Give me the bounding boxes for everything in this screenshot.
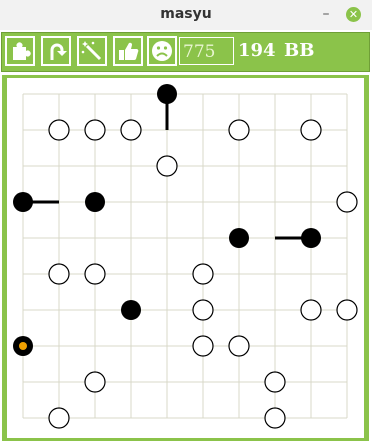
give-up-button[interactable]	[147, 36, 177, 66]
white-pearl	[264, 371, 286, 393]
puzzle-icon	[13, 42, 31, 60]
window-title: masyu	[160, 6, 212, 22]
hint-button[interactable]	[77, 36, 107, 66]
white-pearl	[84, 119, 106, 141]
white-pearl	[336, 299, 358, 321]
white-pearl	[84, 371, 106, 393]
white-pearl	[300, 299, 322, 321]
white-pearl	[192, 335, 214, 357]
toolbar: 194 BB	[1, 32, 370, 72]
new-puzzle-button[interactable]	[5, 36, 35, 66]
white-pearl	[264, 407, 286, 429]
title-bar: masyu – ✕	[0, 0, 372, 30]
puzzle-board[interactable]	[7, 78, 364, 438]
thumbs-up-icon	[119, 42, 139, 61]
black-pearl	[13, 192, 33, 212]
score: 194	[238, 40, 276, 61]
undo-button[interactable]	[41, 36, 71, 66]
white-pearl	[48, 407, 70, 429]
black-pearl	[85, 192, 105, 212]
undo-icon	[50, 43, 67, 60]
sad-face-icon	[152, 41, 172, 61]
close-button[interactable]: ✕	[346, 7, 361, 22]
white-pearl	[48, 263, 70, 285]
magic-wand-icon	[81, 41, 102, 61]
level-label: BB	[284, 40, 315, 61]
board-area	[7, 78, 364, 438]
black-pearl	[229, 228, 249, 248]
white-pearl	[192, 299, 214, 321]
black-pearl	[301, 228, 321, 248]
black-pearl	[157, 84, 177, 104]
board-frame	[2, 75, 369, 441]
puzzle-number-input[interactable]	[179, 37, 234, 65]
white-pearl	[120, 119, 142, 141]
white-pearl	[84, 263, 106, 285]
white-pearl	[336, 191, 358, 213]
white-pearl	[228, 119, 250, 141]
check-button[interactable]	[113, 36, 143, 66]
white-pearl	[156, 155, 178, 177]
cursor-dot	[19, 342, 27, 350]
white-pearl	[300, 119, 322, 141]
black-pearl	[121, 300, 141, 320]
minimize-button[interactable]: –	[318, 4, 334, 24]
white-pearl	[192, 263, 214, 285]
white-pearl	[48, 119, 70, 141]
white-pearl	[228, 335, 250, 357]
